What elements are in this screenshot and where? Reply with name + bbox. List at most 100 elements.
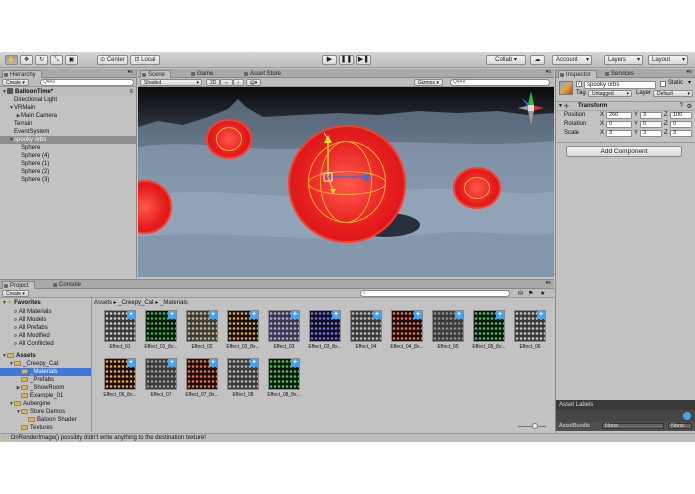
scene-root-row[interactable]: ▼ BalloonTime* ≡ bbox=[0, 88, 136, 96]
rect-tool-button[interactable]: ▣ bbox=[65, 55, 78, 65]
breadcrumb-item[interactable]: _Materials bbox=[160, 300, 188, 306]
asset-folder-row[interactable]: Baloon Shader bbox=[0, 416, 91, 424]
tab-game[interactable]: Game bbox=[190, 70, 218, 78]
gear-icon[interactable]: ⚙ bbox=[687, 103, 692, 110]
material-asset[interactable]: + Effect_05_8x... bbox=[469, 310, 513, 356]
object-name-input[interactable]: spooky orbs bbox=[584, 81, 656, 89]
hierarchy-item[interactable]: ▼VRMain bbox=[0, 104, 136, 112]
rotation-y-input[interactable]: 0 bbox=[640, 121, 662, 128]
favorite-item[interactable]: ⌕ All Conflicted bbox=[0, 340, 91, 348]
asset-folder-row[interactable]: ▼ _Creepy_Cat bbox=[0, 360, 91, 368]
tab-project[interactable]: Project bbox=[2, 281, 35, 289]
asset-folder-row[interactable]: Example_01 bbox=[0, 392, 91, 400]
move-gizmo[interactable] bbox=[138, 87, 554, 277]
help-icon[interactable]: ? bbox=[680, 103, 683, 109]
plus-icon[interactable]: + bbox=[332, 311, 340, 319]
pivot-center-toggle[interactable]: ⊙ Center bbox=[97, 55, 128, 65]
asset-folder-row[interactable]: ▼ Store Demos bbox=[0, 408, 91, 416]
shading-mode-dropdown[interactable]: Shaded ▾ bbox=[140, 79, 202, 86]
asset-folder-row[interactable]: Textures bbox=[0, 424, 91, 432]
create-button[interactable]: Create ▾ bbox=[2, 290, 29, 297]
tab-asset-store[interactable]: Asset Store bbox=[243, 70, 286, 78]
position-x-input[interactable]: 260 bbox=[606, 112, 632, 119]
slider-handle[interactable] bbox=[532, 423, 538, 429]
hierarchy-item[interactable]: Directional Light bbox=[0, 96, 136, 104]
favorite-item[interactable]: ⌕ All Prefabs bbox=[0, 324, 91, 332]
hierarchy-item[interactable]: Sphere (1) bbox=[0, 160, 136, 168]
material-asset[interactable]: + Effect_01 bbox=[100, 310, 144, 356]
plus-icon[interactable]: + bbox=[250, 311, 258, 319]
chevron-down-icon[interactable]: ▾ bbox=[688, 80, 691, 87]
collab-dropdown[interactable]: Collab ▾ bbox=[486, 55, 526, 65]
material-asset[interactable]: + Effect_08 bbox=[223, 358, 267, 404]
hierarchy-item[interactable]: Terrain bbox=[0, 120, 136, 128]
rotation-z-input[interactable]: 0 bbox=[670, 121, 692, 128]
effects-dropdown[interactable]: ▤▾ bbox=[246, 79, 262, 86]
status-bar[interactable]: ⚠ OnRenderImage() possibly didn't write … bbox=[0, 433, 695, 442]
step-button[interactable]: ▶❚ bbox=[356, 55, 371, 65]
plus-icon[interactable]: + bbox=[414, 311, 422, 319]
panel-menu-icon[interactable]: ▾≡ bbox=[546, 69, 551, 75]
space-local-toggle[interactable]: ⊡ Local bbox=[130, 55, 160, 65]
material-asset[interactable]: + Effect_03 bbox=[264, 310, 308, 356]
collapse-arrow-icon[interactable]: ▼ bbox=[558, 103, 563, 109]
transform-header[interactable]: ▼ ✛ Transform ? ⚙ bbox=[556, 101, 695, 111]
plus-icon[interactable]: + bbox=[168, 359, 176, 367]
filter-type-icon[interactable]: ⛁ bbox=[518, 290, 523, 297]
favorites-row[interactable]: ▼★ Favorites bbox=[0, 299, 91, 307]
favorite-item[interactable]: ⌕ All Modified bbox=[0, 332, 91, 340]
material-asset[interactable]: + Effect_04_8x... bbox=[387, 310, 431, 356]
material-asset[interactable]: + Effect_06 bbox=[510, 310, 554, 356]
breadcrumb-item[interactable]: Assets bbox=[94, 300, 112, 306]
scene-viewport[interactable] bbox=[138, 87, 554, 277]
scale-z-input[interactable]: 3 bbox=[670, 130, 692, 137]
hierarchy-search-input[interactable]: Q▾All bbox=[40, 79, 134, 86]
asset-folder-row[interactable]: ▶ _ShowRoom bbox=[0, 384, 91, 392]
2d-toggle[interactable]: 2D bbox=[206, 79, 221, 86]
panel-menu-icon[interactable]: ▾≡ bbox=[128, 69, 133, 75]
plus-icon[interactable]: + bbox=[291, 359, 299, 367]
move-tool-button[interactable]: ✥ bbox=[20, 55, 33, 65]
hierarchy-item[interactable]: Sphere (2) bbox=[0, 168, 136, 176]
material-asset[interactable]: + Effect_03_8x... bbox=[305, 310, 349, 356]
plus-icon[interactable]: + bbox=[373, 311, 381, 319]
asset-folder-row[interactable]: _Prefabs bbox=[0, 376, 91, 384]
plus-icon[interactable]: + bbox=[455, 311, 463, 319]
panel-menu-icon[interactable]: ▾≡ bbox=[546, 280, 551, 286]
assetbundle-variant-dropdown[interactable]: None bbox=[668, 423, 692, 429]
plus-icon[interactable]: + bbox=[127, 311, 135, 319]
favorite-item[interactable]: ⌕ All Materials bbox=[0, 308, 91, 316]
position-y-input[interactable]: 3 bbox=[640, 112, 662, 119]
account-dropdown[interactable]: Account ▾ bbox=[552, 55, 592, 65]
create-button[interactable]: Create ▾ bbox=[2, 79, 29, 86]
rotate-tool-button[interactable]: ↻ bbox=[35, 55, 48, 65]
tab-console[interactable]: Console bbox=[52, 281, 86, 289]
material-asset[interactable]: + Effect_07_8x... bbox=[182, 358, 226, 404]
plus-icon[interactable]: + bbox=[250, 359, 258, 367]
plus-icon[interactable]: + bbox=[209, 359, 217, 367]
plus-icon[interactable]: + bbox=[127, 359, 135, 367]
hierarchy-item[interactable]: Sphere bbox=[0, 144, 136, 152]
tab-scene[interactable]: Scene bbox=[140, 70, 172, 78]
assetbundle-dropdown[interactable]: None bbox=[602, 423, 664, 429]
material-asset[interactable]: + Effect_02_8x... bbox=[223, 310, 267, 356]
material-asset[interactable]: + Effect_05 bbox=[428, 310, 472, 356]
plus-icon[interactable]: + bbox=[168, 311, 176, 319]
hierarchy-item[interactable]: Sphere (4) bbox=[0, 152, 136, 160]
scale-y-input[interactable]: 3 bbox=[640, 130, 662, 137]
tab-services[interactable]: Services bbox=[604, 70, 639, 78]
lighting-toggle[interactable]: ☼ bbox=[220, 79, 233, 86]
star-icon[interactable]: ★ bbox=[540, 290, 545, 297]
add-component-button[interactable]: Add Component bbox=[566, 146, 682, 157]
hierarchy-item[interactable]: ▶Main Camera bbox=[0, 112, 136, 120]
pause-button[interactable]: ❚❚ bbox=[339, 55, 354, 65]
plus-icon[interactable]: + bbox=[496, 311, 504, 319]
favorite-item[interactable]: ⌕ All Models bbox=[0, 316, 91, 324]
asset-folder-row[interactable]: ▼ Aubergine bbox=[0, 400, 91, 408]
scene-orientation-gizmo[interactable] bbox=[516, 89, 546, 127]
material-asset[interactable]: + Effect_02 bbox=[182, 310, 226, 356]
material-asset[interactable]: + Effect_07 bbox=[141, 358, 185, 404]
asset-folder-row[interactable]: _Materials bbox=[0, 368, 91, 376]
label-tag-icon[interactable] bbox=[683, 412, 691, 420]
filter-label-icon[interactable]: ⚑ bbox=[528, 290, 533, 297]
